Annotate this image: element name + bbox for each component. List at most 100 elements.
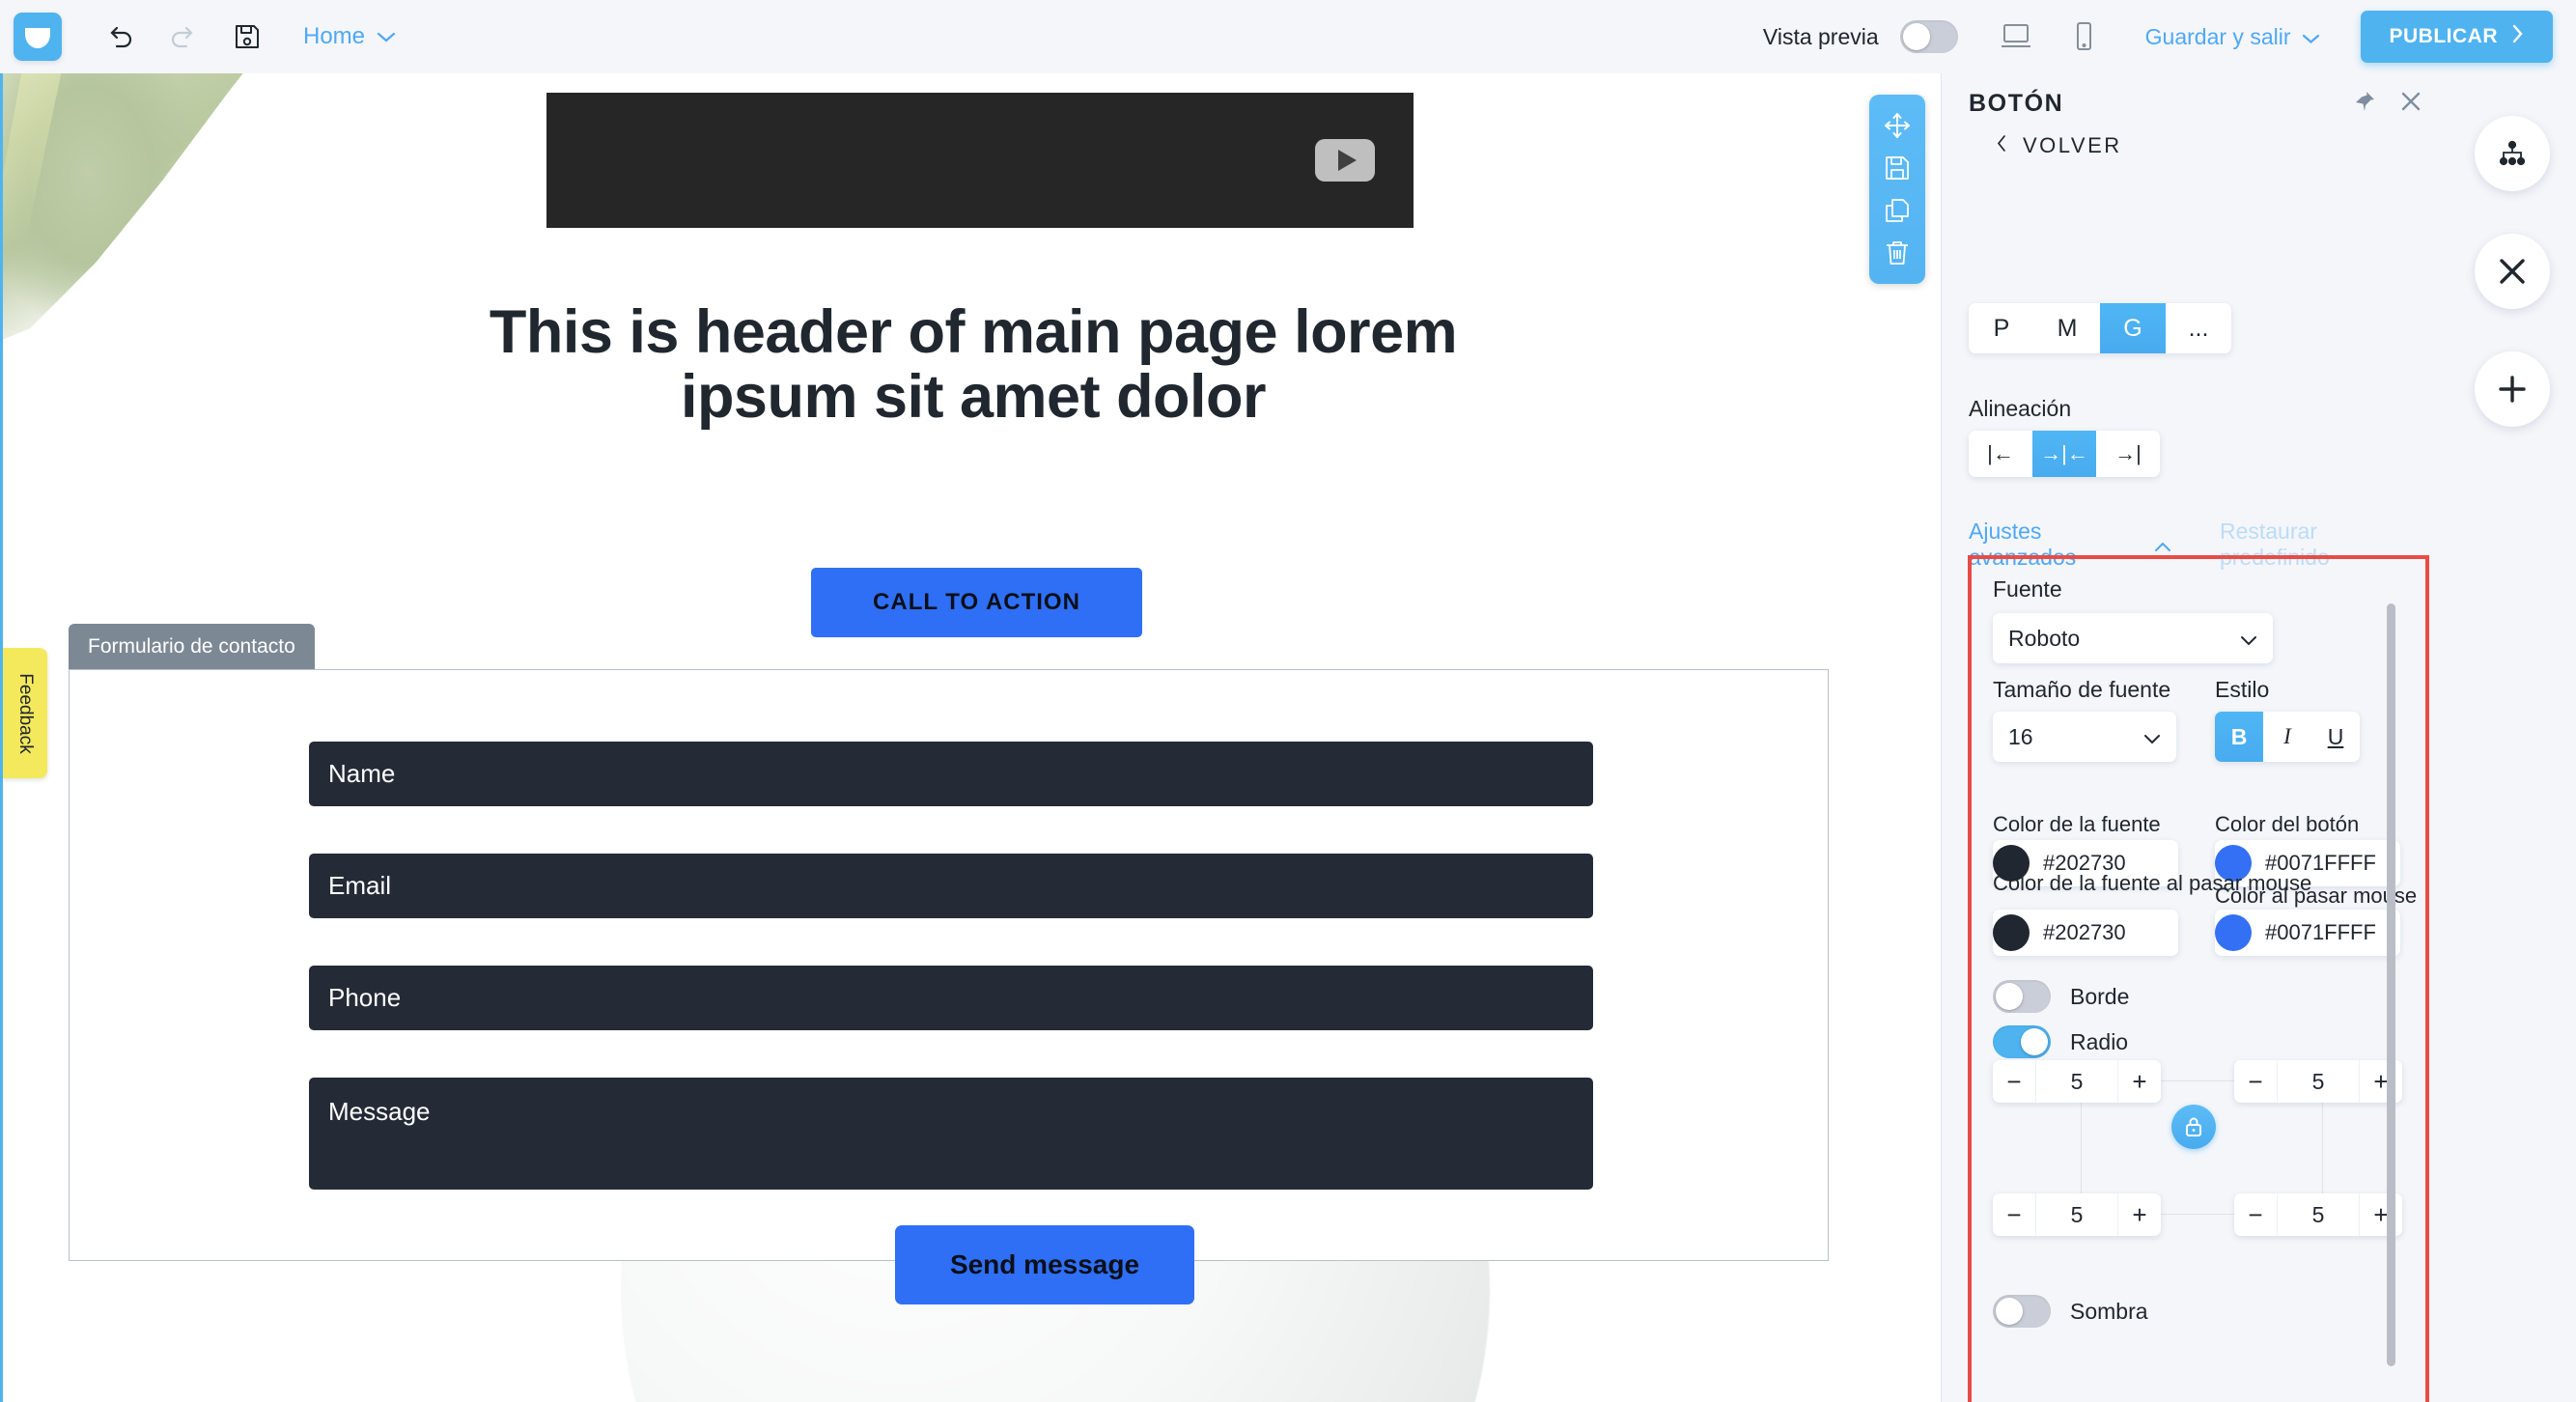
email-input[interactable]: Email (309, 854, 1593, 918)
align-center-button[interactable]: →|← (2032, 431, 2096, 477)
preview-toggle[interactable] (1899, 20, 1958, 53)
chevron-down-icon (2240, 626, 2257, 652)
feedback-label: Feedback (15, 672, 36, 754)
phone-input[interactable]: Phone (309, 966, 1593, 1030)
size-option-p[interactable]: P (1969, 303, 2034, 353)
chevron-up-icon (2154, 532, 2171, 558)
send-message-button[interactable]: Send message (895, 1225, 1194, 1304)
underline-button[interactable]: U (2311, 712, 2360, 762)
message-input[interactable]: Message (309, 1078, 1593, 1190)
font-select[interactable]: Roboto (1993, 613, 2273, 663)
pin-icon[interactable] (2354, 91, 2375, 117)
close-icon[interactable] (2400, 91, 2422, 117)
panel-header-actions (2354, 91, 2422, 117)
bold-button[interactable]: B (2215, 712, 2263, 762)
mobile-phone-icon[interactable] (2062, 15, 2105, 58)
publish-button[interactable]: PUBLICAR (2360, 11, 2553, 63)
radius-toggle[interactable] (1993, 1025, 2051, 1058)
radius-top-left-value[interactable]: 5 (2035, 1060, 2118, 1103)
home-dropdown[interactable]: Home (303, 23, 396, 50)
right-rail (2448, 73, 2576, 1402)
chevron-down-icon (2143, 724, 2161, 750)
button-color-label: Color del botón (2215, 812, 2360, 836)
align-left-button[interactable]: |← (1969, 431, 2032, 477)
page-heading[interactable]: This is header of main page lorem ipsum … (3, 298, 1941, 431)
move-icon[interactable] (1881, 109, 1914, 142)
italic-button[interactable]: I (2263, 712, 2311, 762)
element-floating-toolbar (1869, 95, 1925, 284)
hover-color-field[interactable]: #0071FFFF (2215, 910, 2400, 956)
shadow-label: Sombra (2070, 1298, 2148, 1324)
panel-scrollbar[interactable] (2387, 603, 2395, 1366)
heading-line-1: This is header of main page lorem (489, 298, 1458, 366)
plus-add-icon[interactable] (2475, 351, 2550, 427)
top-toolbar: Home Vista previa Guardar y salir PUBLIC… (0, 0, 2576, 73)
toggle-knob (2021, 1028, 2048, 1055)
decrement-button[interactable]: − (2234, 1193, 2277, 1236)
style-label: Estilo (2215, 677, 2270, 702)
alignment-segmented-control: |← →|← →| (1969, 431, 2160, 477)
name-input[interactable]: Name (309, 742, 1593, 806)
floppy-save-icon[interactable] (226, 15, 268, 58)
increment-button[interactable]: + (2360, 1060, 2402, 1103)
redo-icon[interactable] (162, 15, 205, 58)
chevron-down-icon (2302, 24, 2320, 50)
close-x-icon[interactable] (2475, 234, 2550, 309)
radius-bottom-right-value[interactable]: 5 (2277, 1193, 2360, 1236)
font-value: Roboto (2008, 625, 2081, 651)
toggle-knob (1996, 1298, 2023, 1325)
feedback-tab[interactable]: Feedback (3, 648, 47, 778)
trash-icon[interactable] (1881, 237, 1914, 269)
back-button[interactable]: VOLVER (1996, 133, 2122, 158)
border-toggle-row: Borde (1993, 980, 2129, 1013)
shadow-toggle[interactable] (1993, 1295, 2051, 1328)
lock-icon[interactable] (2171, 1105, 2216, 1149)
video-embed-block[interactable] (546, 93, 1414, 228)
text-style-segmented-control: B I U (2215, 712, 2360, 762)
increment-button[interactable]: + (2360, 1193, 2402, 1236)
increment-button[interactable]: + (2118, 1060, 2161, 1103)
font-hover-color-field[interactable]: #202730 (1993, 910, 2178, 956)
radius-link-line (2322, 1100, 2323, 1196)
sitemap-structure-icon[interactable] (2475, 116, 2550, 191)
size-option-m[interactable]: M (2034, 303, 2100, 353)
size-segmented-control: P M G ... (1969, 303, 2231, 353)
publish-label: PUBLICAR (2389, 25, 2498, 47)
chevron-down-icon (377, 23, 396, 50)
contact-form-block[interactable]: Formulario de contacto Name Email Phone … (69, 624, 1829, 1304)
save-icon[interactable] (1881, 152, 1914, 184)
advanced-settings-panel: Fuente Roboto Tamaño de fuente Estilo 16… (1968, 555, 2429, 1402)
radius-bottom-left-stepper: − 5 + (1993, 1193, 2161, 1236)
panel-header: BOTÓN (1942, 73, 2449, 133)
font-color-label: Color de la fuente (1993, 812, 2161, 836)
radius-top-left-stepper: − 5 + (1993, 1060, 2161, 1103)
radius-bottom-left-value[interactable]: 5 (2035, 1193, 2118, 1236)
decrement-button[interactable]: − (1993, 1193, 2035, 1236)
chevron-right-icon (2511, 24, 2524, 49)
envelope-logo-icon[interactable] (14, 13, 62, 61)
color-swatch[interactable] (2215, 914, 2252, 951)
align-right-button[interactable]: →| (2096, 431, 2160, 477)
undo-icon[interactable] (98, 15, 141, 58)
desktop-monitor-icon[interactable] (1995, 15, 2037, 58)
size-option-more[interactable]: ... (2166, 303, 2231, 353)
radius-link-line (2081, 1100, 2082, 1196)
radius-top-right-value[interactable]: 5 (2277, 1060, 2360, 1103)
font-size-select[interactable]: 16 (1993, 712, 2176, 762)
form-tab-label[interactable]: Formulario de contacto (69, 624, 315, 669)
font-hover-color-value: #202730 (2043, 920, 2126, 944)
border-toggle[interactable] (1993, 980, 2051, 1013)
youtube-play-icon[interactable] (1315, 139, 1375, 182)
toggle-knob (1902, 23, 1930, 50)
increment-button[interactable]: + (2118, 1193, 2161, 1236)
save-and-exit-button[interactable]: Guardar y salir (2145, 24, 2320, 50)
decrement-button[interactable]: − (1993, 1060, 2035, 1103)
color-swatch[interactable] (1993, 914, 2030, 951)
page-canvas[interactable]: This is header of main page lorem ipsum … (0, 73, 1941, 1402)
chevron-left-icon (1996, 133, 2007, 158)
preview-label: Vista previa (1762, 23, 1879, 49)
decrement-button[interactable]: − (2234, 1060, 2277, 1103)
form-card: Name Email Phone Message Send message (69, 669, 1829, 1304)
size-option-g[interactable]: G (2100, 303, 2166, 353)
duplicate-icon[interactable] (1881, 194, 1914, 227)
